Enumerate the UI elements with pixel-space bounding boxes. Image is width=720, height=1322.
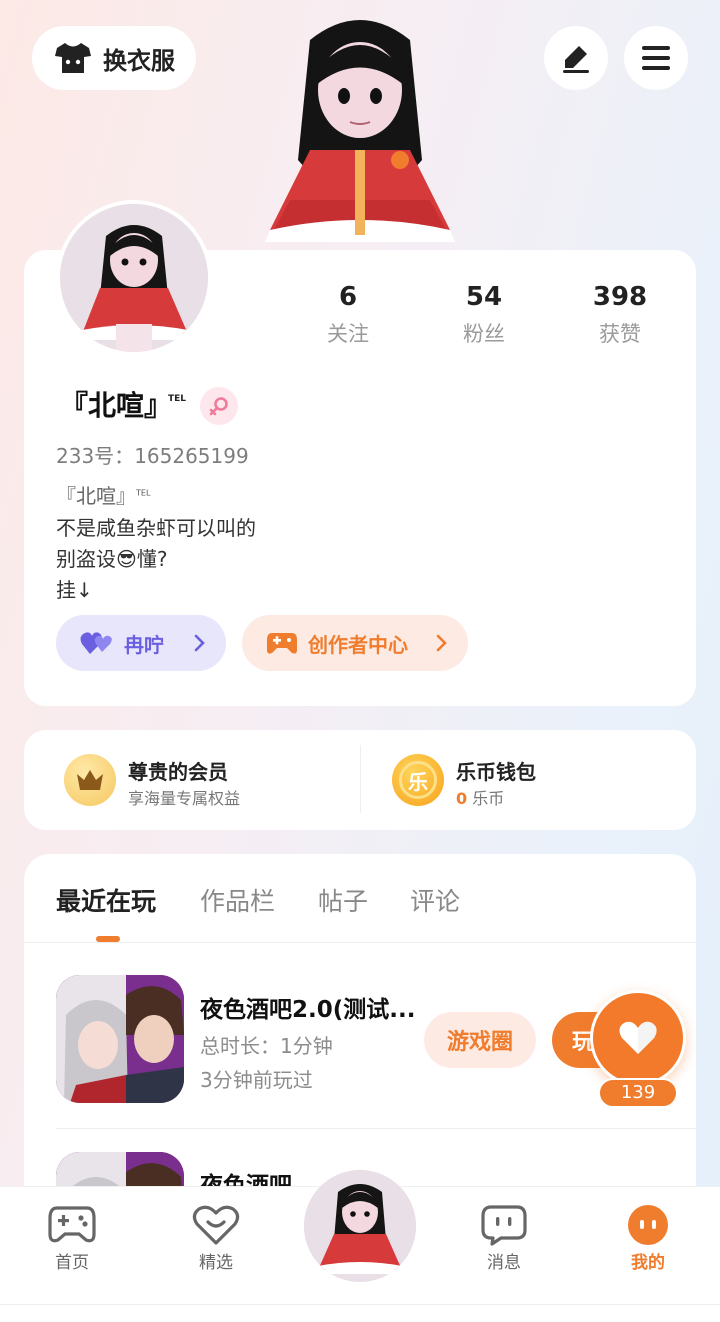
double-heart-icon: [80, 632, 112, 654]
game-cover-image: [56, 975, 184, 1103]
user-id-value: 165265199: [134, 444, 249, 468]
coin-icon: 乐: [392, 754, 444, 806]
creator-center-button[interactable]: 创作者中心: [242, 615, 468, 671]
wallet-balance: 0 乐币: [456, 785, 536, 809]
profile-icon: [628, 1205, 668, 1245]
cp-relationship-button[interactable]: 冉咛: [56, 615, 226, 671]
stat-likes-label: 获赞: [599, 322, 641, 346]
wallet-amount: 0: [456, 789, 468, 808]
wallet-unit: 乐币: [472, 789, 505, 808]
chevron-right-icon: [194, 634, 205, 652]
avatar-image: [304, 1170, 416, 1282]
member-divider: [360, 745, 361, 813]
tshirt-icon: [55, 43, 91, 73]
like-button[interactable]: [590, 990, 686, 1086]
stat-followers-label: 粉丝: [463, 322, 505, 346]
tab-posts[interactable]: 帖子: [318, 882, 368, 918]
game-circle-button[interactable]: 游戏圈: [424, 1012, 536, 1068]
bio-line-4: 挂↓: [56, 578, 93, 602]
nav-featured[interactable]: 精选: [166, 1204, 266, 1273]
nav-home-label: 首页: [55, 1253, 89, 1273]
tabs-divider: [24, 942, 696, 943]
nav-avatar-button[interactable]: [304, 1170, 416, 1282]
gamepad-icon: [48, 1206, 96, 1243]
female-gender-icon: [200, 387, 238, 425]
wallet-entry[interactable]: 乐币钱包 0 乐币: [456, 756, 536, 809]
chat-icon: [481, 1205, 527, 1246]
chevron-right-icon: [436, 634, 447, 652]
pen-icon: [563, 46, 589, 73]
bio-line-2: 不是咸鱼杂虾可以叫的: [56, 516, 256, 540]
stat-likes[interactable]: 398 获赞: [560, 282, 680, 348]
vip-entry[interactable]: 尊贵的会员 享海量专属权益: [128, 756, 240, 809]
edit-profile-button[interactable]: [544, 26, 608, 90]
nav-messages-label: 消息: [487, 1253, 521, 1273]
game-last-played: 3分钟前玩过: [200, 1068, 313, 1092]
hamburger-icon: [642, 46, 670, 70]
coin-glyph: 乐: [399, 761, 437, 799]
stat-likes-value: 398: [592, 282, 648, 312]
change-outfit-label: 换衣服: [103, 46, 175, 75]
stat-followers-value: 54: [465, 282, 503, 312]
change-outfit-button[interactable]: 换衣服: [32, 26, 196, 90]
avatar-image: [60, 204, 208, 352]
username: 『北喧』: [60, 389, 173, 422]
row-divider: [56, 1128, 696, 1129]
heart-icon: [619, 1021, 657, 1054]
like-count: 139: [598, 1078, 678, 1108]
game-duration: 总时长：1分钟: [200, 1034, 333, 1058]
creator-center-label: 创作者中心: [308, 632, 408, 657]
tab-recent-play[interactable]: 最近在玩: [56, 882, 156, 918]
avatar-character-image[interactable]: [250, 10, 470, 250]
menu-button[interactable]: [624, 26, 688, 90]
stat-following[interactable]: 6 关注: [288, 282, 408, 348]
game-title[interactable]: 夜色酒吧2.0(测试...: [200, 990, 415, 1024]
stat-followers[interactable]: 54 粉丝: [424, 282, 544, 348]
gamepad-icon: [267, 633, 297, 654]
nav-me[interactable]: 我的: [598, 1204, 698, 1273]
game-icon[interactable]: [56, 975, 184, 1103]
wallet-title: 乐币钱包: [456, 760, 536, 784]
vip-crown-icon: [64, 754, 116, 806]
heart-smile-icon: [192, 1205, 240, 1245]
stat-following-value: 6: [338, 282, 358, 312]
username-tag: TEL: [168, 394, 187, 404]
nav-me-label: 我的: [631, 1253, 665, 1273]
tab-works[interactable]: 作品栏: [200, 882, 275, 918]
avatar[interactable]: [56, 200, 212, 356]
cp-relationship-label: 冉咛: [124, 632, 164, 657]
stat-following-label: 关注: [327, 322, 369, 346]
bio-tag: TEL: [136, 488, 151, 498]
bio-line-3: 别盗设😎懂?: [56, 547, 168, 571]
system-bar: [0, 1304, 720, 1322]
bio-line-1: 『北喧』TEL: [56, 480, 150, 509]
nav-featured-label: 精选: [199, 1253, 233, 1273]
bio-line-1-text: 『北喧』: [56, 484, 136, 508]
vip-subtitle: 享海量专属权益: [128, 789, 241, 808]
nav-home[interactable]: 首页: [22, 1204, 122, 1273]
vip-title: 尊贵的会员: [128, 760, 228, 784]
nav-messages[interactable]: 消息: [454, 1204, 554, 1273]
user-id: 233号：165265199: [56, 440, 249, 469]
tab-comments[interactable]: 评论: [410, 882, 460, 918]
user-id-label: 233号：: [56, 444, 135, 468]
